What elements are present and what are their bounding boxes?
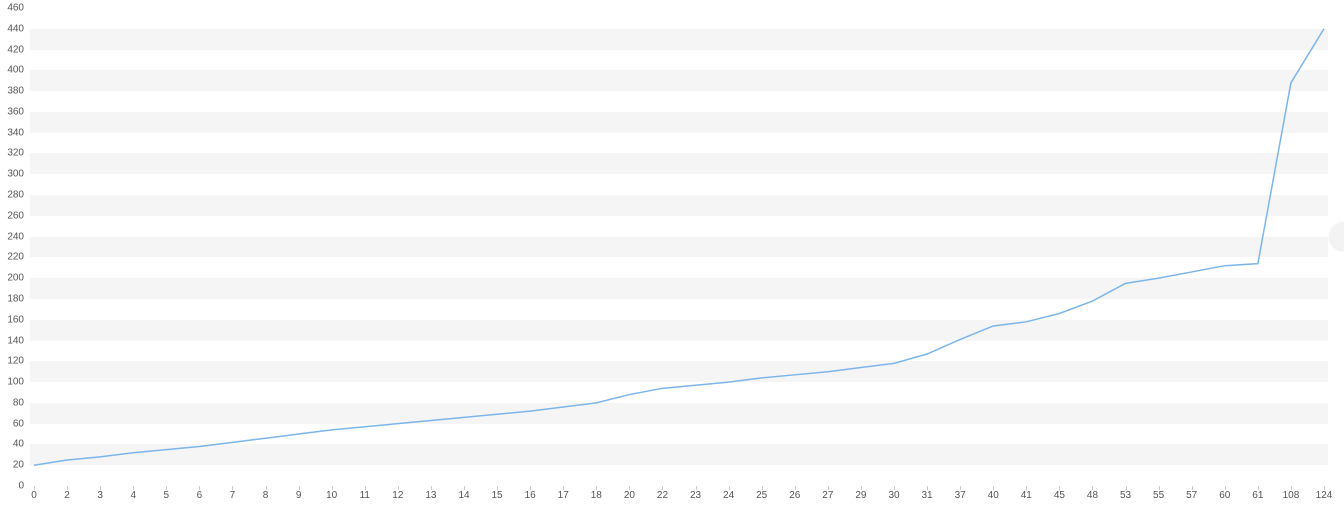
y-tick-label: 200 bbox=[2, 273, 24, 284]
x-tick-label: 12 bbox=[392, 490, 403, 501]
line-series bbox=[30, 8, 1328, 486]
y-tick-label: 240 bbox=[2, 231, 24, 242]
y-tick-label: 20 bbox=[2, 460, 24, 471]
y-tick-label: 80 bbox=[2, 397, 24, 408]
y-tick-label: 400 bbox=[2, 65, 24, 76]
y-tick-label: 340 bbox=[2, 127, 24, 138]
x-tick-label: 0 bbox=[31, 490, 37, 501]
line-path bbox=[34, 29, 1324, 465]
x-tick-label: 45 bbox=[1054, 490, 1065, 501]
x-tick-label: 20 bbox=[624, 490, 635, 501]
x-tick-label: 7 bbox=[230, 490, 236, 501]
x-tick-label: 16 bbox=[525, 490, 536, 501]
x-tick-label: 61 bbox=[1252, 490, 1263, 501]
y-tick-label: 60 bbox=[2, 418, 24, 429]
x-tick-label: 60 bbox=[1219, 490, 1230, 501]
x-tick-label: 37 bbox=[955, 490, 966, 501]
x-tick-label: 11 bbox=[360, 490, 370, 501]
x-tick-label: 23 bbox=[690, 490, 701, 501]
x-tick-label: 124 bbox=[1316, 490, 1333, 501]
x-tick-label: 57 bbox=[1186, 490, 1197, 501]
y-tick-label: 320 bbox=[2, 148, 24, 159]
y-tick-label: 420 bbox=[2, 44, 24, 55]
y-tick-label: 180 bbox=[2, 293, 24, 304]
y-tick-label: 380 bbox=[2, 86, 24, 97]
y-tick-label: 460 bbox=[2, 3, 24, 14]
x-tick-label: 31 bbox=[922, 490, 933, 501]
x-tick-label: 55 bbox=[1153, 490, 1164, 501]
x-tick-label: 40 bbox=[988, 490, 999, 501]
chart-plot-area bbox=[30, 8, 1328, 486]
x-tick-label: 27 bbox=[822, 490, 833, 501]
y-tick-label: 160 bbox=[2, 314, 24, 325]
y-tick-label: 120 bbox=[2, 356, 24, 367]
y-tick-label: 40 bbox=[2, 439, 24, 450]
x-tick-label: 15 bbox=[492, 490, 503, 501]
x-tick-label: 41 bbox=[1021, 490, 1032, 501]
x-tick-label: 29 bbox=[855, 490, 866, 501]
x-tick-label: 5 bbox=[164, 490, 170, 501]
x-tick-label: 26 bbox=[789, 490, 800, 501]
x-tick-label: 10 bbox=[326, 490, 337, 501]
x-tick-label: 2 bbox=[64, 490, 70, 501]
side-panel-toggle[interactable] bbox=[1330, 222, 1344, 250]
y-tick-label: 140 bbox=[2, 335, 24, 346]
x-tick-label: 25 bbox=[756, 490, 767, 501]
y-tick-label: 220 bbox=[2, 252, 24, 263]
x-tick-label: 14 bbox=[458, 490, 469, 501]
y-tick-label: 100 bbox=[2, 377, 24, 388]
x-tick-label: 8 bbox=[263, 490, 269, 501]
x-tick-label: 22 bbox=[657, 490, 668, 501]
y-tick-label: 300 bbox=[2, 169, 24, 180]
x-tick-label: 17 bbox=[558, 490, 569, 501]
x-tick-label: 4 bbox=[130, 490, 136, 501]
y-tick-label: 260 bbox=[2, 210, 24, 221]
y-tick-label: 440 bbox=[2, 23, 24, 34]
x-tick-label: 13 bbox=[425, 490, 436, 501]
x-tick-label: 6 bbox=[197, 490, 203, 501]
x-tick-label: 30 bbox=[888, 490, 899, 501]
x-tick-label: 18 bbox=[591, 490, 602, 501]
x-tick-label: 53 bbox=[1120, 490, 1131, 501]
x-tick-label: 48 bbox=[1087, 490, 1098, 501]
x-tick-label: 24 bbox=[723, 490, 734, 501]
x-tick-label: 3 bbox=[97, 490, 103, 501]
x-tick-label: 9 bbox=[296, 490, 302, 501]
x-tick-label: 108 bbox=[1283, 490, 1300, 501]
y-tick-label: 0 bbox=[2, 481, 24, 492]
y-tick-label: 360 bbox=[2, 106, 24, 117]
y-tick-label: 280 bbox=[2, 190, 24, 201]
